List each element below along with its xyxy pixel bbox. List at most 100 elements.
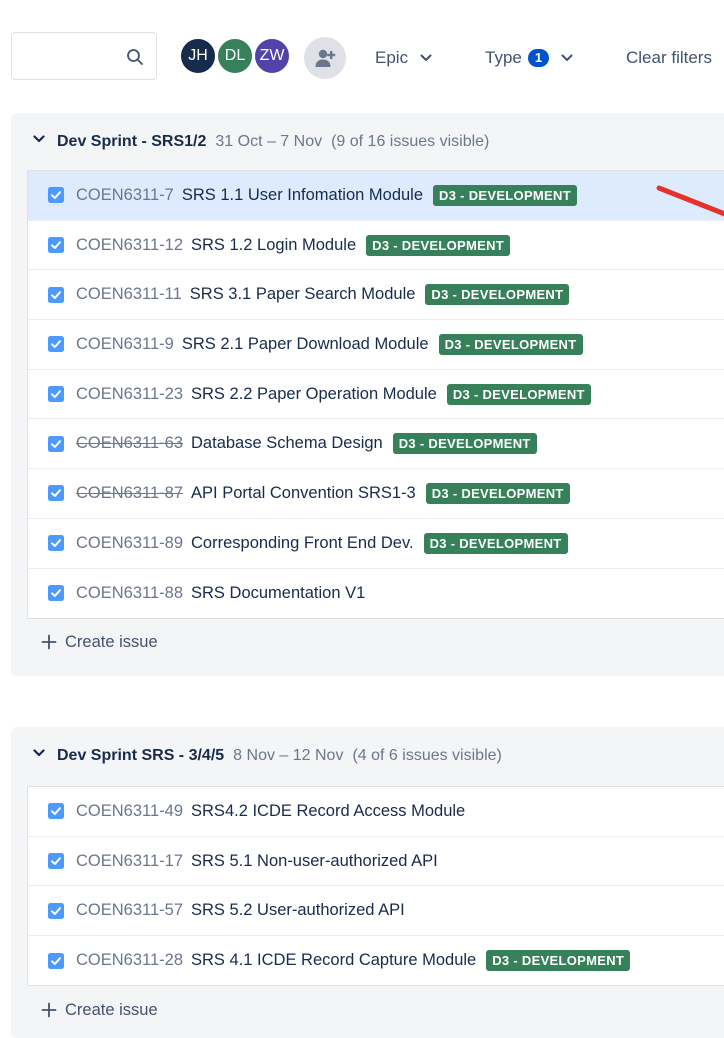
issue-key[interactable]: COEN6311-12: [76, 236, 183, 255]
issue-key[interactable]: COEN6311-9: [76, 335, 174, 354]
issue-summary[interactable]: SRS 3.1 Paper Search Module: [190, 285, 416, 304]
add-people-button[interactable]: [304, 37, 346, 79]
sprint-section: Dev Sprint - SRS1/2 31 Oct – 7 Nov (9 of…: [11, 113, 724, 676]
story-checkbox-icon: [48, 585, 64, 602]
issue-summary[interactable]: SRS 2.2 Paper Operation Module: [191, 385, 437, 404]
sprint-header: Dev Sprint SRS - 3/4/5 8 Nov – 12 Nov (4…: [33, 745, 502, 767]
issue-row[interactable]: COEN6311-87 API Portal Convention SRS1-3 D…: [28, 469, 724, 519]
search-box[interactable]: [11, 32, 157, 80]
story-checkbox-icon: [48, 386, 64, 403]
sprint-name[interactable]: Dev Sprint SRS - 3/4/5: [57, 747, 224, 765]
epic-filter-button[interactable]: Epic: [375, 44, 432, 72]
issue-label-badge: D3 - DEVELOPMENT: [425, 284, 570, 306]
plus-icon: [41, 634, 57, 650]
sprint-issue-count: (4 of 6 issues visible): [352, 747, 502, 764]
issue-key[interactable]: COEN6311-23: [76, 385, 183, 404]
issue-row[interactable]: COEN6311-63 Database Schema Design D3 - DE…: [28, 419, 724, 470]
issue-key[interactable]: COEN6311-63: [76, 434, 183, 453]
create-issue-button[interactable]: Create issue: [41, 998, 158, 1022]
avatar-dl[interactable]: DL: [216, 37, 254, 75]
story-checkbox-icon: [48, 902, 64, 919]
issue-summary[interactable]: SRS 2.1 Paper Download Module: [182, 335, 429, 354]
issue-row[interactable]: COEN6311-49 SRS4.2 ICDE Record Access Mod…: [28, 787, 724, 837]
type-filter-label: Type: [485, 48, 522, 67]
story-checkbox-icon: [48, 435, 64, 452]
issue-row[interactable]: COEN6311-57 SRS 5.2 User-authorized API: [28, 886, 724, 937]
issue-key[interactable]: COEN6311-11: [76, 285, 182, 304]
plus-icon: [41, 1002, 57, 1018]
avatar-initials: ZW: [259, 47, 285, 64]
issue-summary[interactable]: SRS 5.1 Non-user-authorized API: [191, 852, 438, 871]
sprint-name[interactable]: Dev Sprint - SRS1/2: [57, 133, 206, 151]
issue-row[interactable]: COEN6311-12 SRS 1.2 Login Module D3 - DEVE…: [28, 221, 724, 271]
sprint-header: Dev Sprint - SRS1/2 31 Oct – 7 Nov (9 of…: [33, 131, 489, 153]
avatar-initials: JH: [188, 47, 208, 64]
search-input[interactable]: [20, 41, 124, 73]
issue-label-badge: D3 - DEVELOPMENT: [446, 383, 591, 405]
sprint-dates: 8 Nov – 12 Nov: [233, 747, 344, 764]
story-checkbox-icon: [48, 286, 64, 303]
issue-key[interactable]: COEN6311-57: [76, 901, 183, 920]
issue-summary[interactable]: SRS Documentation V1: [191, 584, 365, 603]
issue-row[interactable]: COEN6311-88 SRS Documentation V1: [28, 569, 724, 619]
story-checkbox-icon: [48, 485, 64, 502]
issue-label-badge: D3 - DEVELOPMENT: [438, 333, 583, 355]
issue-row[interactable]: COEN6311-89 Corresponding Front End Dev. D…: [28, 519, 724, 569]
filter-toolbar: JH DL ZW Epic Type 1 Clear filters: [0, 0, 724, 110]
issue-key[interactable]: COEN6311-87: [76, 484, 183, 503]
sprint-section: Dev Sprint SRS - 3/4/5 8 Nov – 12 Nov (4…: [11, 727, 724, 1038]
issue-list: COEN6311-49 SRS4.2 ICDE Record Access Mod…: [27, 786, 724, 986]
type-filter-count-badge: 1: [527, 49, 550, 67]
story-checkbox-icon: [48, 336, 64, 353]
epic-filter-label: Epic: [375, 48, 409, 67]
issue-row[interactable]: COEN6311-11 SRS 3.1 Paper Search Module D3…: [28, 270, 724, 321]
create-issue-button[interactable]: Create issue: [41, 630, 158, 654]
issue-row[interactable]: COEN6311-7 SRS 1.1 User Infomation Module…: [28, 171, 724, 221]
issue-label-badge: D3 - DEVELOPMENT: [423, 532, 568, 554]
issue-summary[interactable]: Corresponding Front End Dev.: [191, 534, 414, 553]
issue-row[interactable]: COEN6311-23 SRS 2.2 Paper Operation Modul…: [28, 370, 724, 420]
create-issue-label: Create issue: [65, 1000, 158, 1019]
issue-summary[interactable]: SRS 1.2 Login Module: [191, 236, 356, 255]
story-checkbox-icon: [48, 535, 64, 552]
create-issue-label: Create issue: [65, 632, 158, 651]
story-checkbox-icon: [48, 853, 64, 870]
avatar-initials: DL: [224, 47, 246, 64]
sprint-dates: 31 Oct – 7 Nov: [215, 133, 323, 150]
issue-key[interactable]: COEN6311-49: [76, 802, 183, 821]
search-icon: [127, 49, 143, 65]
story-checkbox-icon: [48, 803, 64, 820]
type-filter-button[interactable]: Type 1: [485, 44, 573, 72]
issue-label-badge: D3 - DEVELOPMENT: [392, 433, 537, 455]
add-person-icon: [315, 49, 336, 67]
chevron-down-icon[interactable]: [33, 749, 47, 763]
avatar-jh[interactable]: JH: [179, 37, 217, 75]
clear-filters-label: Clear filters: [626, 48, 712, 67]
chevron-down-icon[interactable]: [33, 135, 47, 149]
sprint-issue-count: (9 of 16 issues visible): [331, 133, 490, 150]
issue-summary[interactable]: SRS 4.1 ICDE Record Capture Module: [191, 951, 476, 970]
issue-summary[interactable]: Database Schema Design: [191, 434, 383, 453]
avatar-zw[interactable]: ZW: [253, 37, 291, 75]
issue-summary[interactable]: SRS 5.2 User-authorized API: [191, 901, 405, 920]
issue-key[interactable]: COEN6311-28: [76, 951, 183, 970]
issue-label-badge: D3 - DEVELOPMENT: [425, 482, 570, 504]
issue-key[interactable]: COEN6311-88: [76, 584, 183, 603]
clear-filters-button[interactable]: Clear filters: [626, 44, 712, 72]
issue-label-badge: D3 - DEVELOPMENT: [486, 950, 631, 972]
story-checkbox-icon: [48, 952, 64, 969]
issue-summary[interactable]: SRS4.2 ICDE Record Access Module: [191, 802, 465, 821]
chevron-down-icon: [561, 54, 573, 62]
chevron-down-icon: [420, 54, 432, 62]
issue-key[interactable]: COEN6311-7: [76, 186, 174, 205]
story-checkbox-icon: [48, 237, 64, 254]
issue-summary[interactable]: API Portal Convention SRS1-3: [191, 484, 416, 503]
issue-key[interactable]: COEN6311-17: [76, 852, 183, 871]
issue-row[interactable]: COEN6311-9 SRS 2.1 Paper Download Module D…: [28, 320, 724, 370]
issue-row[interactable]: COEN6311-28 SRS 4.1 ICDE Record Capture M…: [28, 936, 724, 986]
issue-key[interactable]: COEN6311-89: [76, 534, 183, 553]
issue-summary[interactable]: SRS 1.1 User Infomation Module: [182, 186, 423, 205]
issue-list: COEN6311-7 SRS 1.1 User Infomation Module…: [27, 170, 724, 619]
issue-label-badge: D3 - DEVELOPMENT: [433, 184, 577, 206]
issue-row[interactable]: COEN6311-17 SRS 5.1 Non-user-authorized A…: [28, 837, 724, 887]
